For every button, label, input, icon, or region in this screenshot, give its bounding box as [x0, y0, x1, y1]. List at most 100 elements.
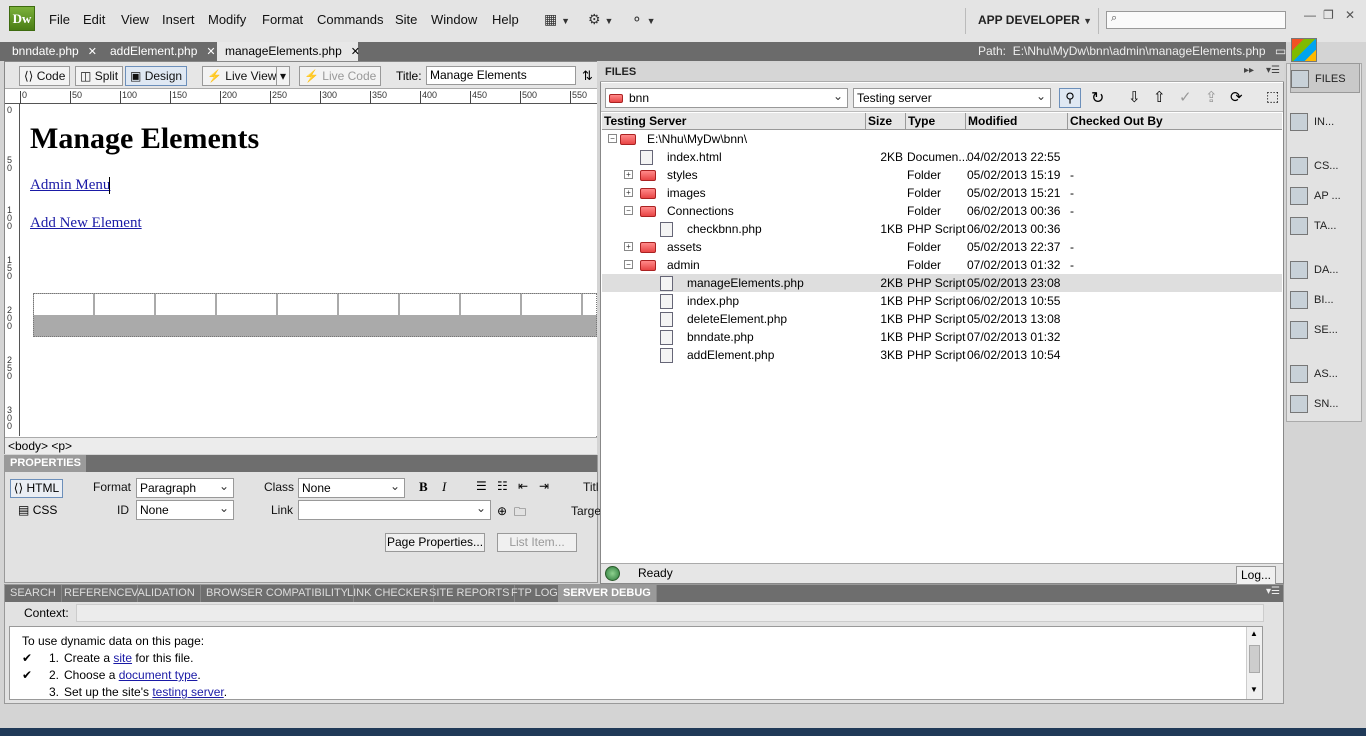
tag-selector[interactable]: <body> <p>: [5, 437, 597, 454]
collapse-icon[interactable]: ▸▸: [1244, 65, 1254, 76]
connect-icon[interactable]: ⚲: [1059, 88, 1081, 108]
layout-icon[interactable]: ▦ ▼: [544, 11, 570, 28]
check-out-icon[interactable]: ✓: [1179, 88, 1192, 106]
live-code-button[interactable]: ⚡ Live Code: [299, 66, 382, 86]
col-testing-server[interactable]: Testing Server: [602, 113, 866, 130]
panel-ap-elements[interactable]: AP ...: [1290, 181, 1360, 211]
col-size[interactable]: Size: [866, 113, 906, 130]
html-mode-button[interactable]: ⟨⟩ HTML: [10, 479, 63, 498]
panel-bindings[interactable]: BI...: [1290, 285, 1360, 315]
context-select[interactable]: [76, 604, 1264, 622]
scrollbar[interactable]: ▲ ▼: [1246, 627, 1262, 699]
scroll-up-icon[interactable]: ▲: [1250, 629, 1258, 638]
id-select[interactable]: None: [136, 499, 234, 520]
live-view-button[interactable]: ⚡ Live View: [202, 66, 282, 86]
tab-browser-compatibility[interactable]: BROWSER COMPATIBILITY: [201, 585, 354, 602]
file-row[interactable]: − Connections Folder 06/02/2013 00:36-: [602, 202, 1282, 220]
code-view-button[interactable]: ⟨⟩ Code: [19, 66, 71, 86]
tab-ftp-log[interactable]: FTP LOG: [506, 585, 564, 602]
panel-databases[interactable]: DA...: [1290, 255, 1360, 285]
expand-toggle-icon[interactable]: −: [624, 260, 633, 269]
doc-tab[interactable]: addElement.php ✕: [102, 42, 216, 61]
file-row[interactable]: + images Folder 05/02/2013 15:21-: [602, 184, 1282, 202]
menu-commands[interactable]: Commands: [317, 12, 383, 27]
panel-css-styles[interactable]: CS...: [1290, 151, 1360, 181]
admin-menu-link[interactable]: Admin Menu: [30, 177, 110, 194]
file-row[interactable]: + assets Folder 05/02/2013 22:37-: [602, 238, 1282, 256]
file-row[interactable]: manageElements.php 2KB PHP Script 05/02/201…: [602, 274, 1282, 292]
expand-panel-icon[interactable]: ⬚: [1266, 88, 1279, 105]
panel-tag-inspector[interactable]: TA...: [1290, 211, 1360, 241]
col-checked-out-by[interactable]: Checked Out By: [1068, 113, 1282, 130]
split-view-button[interactable]: ◫ Split: [75, 66, 124, 86]
file-row[interactable]: + styles Folder 05/02/2013 15:19-: [602, 166, 1282, 184]
refresh-icon[interactable]: ↻: [1091, 88, 1104, 108]
search-input[interactable]: ⌕: [1106, 11, 1286, 29]
close-button[interactable]: ✕: [1345, 8, 1355, 22]
col-type[interactable]: Type: [906, 113, 966, 130]
indent-icon[interactable]: ⇥: [539, 479, 549, 493]
site-icon[interactable]: ⚬ ▼: [631, 11, 656, 28]
panel-menu-icon[interactable]: ▾☰: [1266, 65, 1280, 76]
menu-insert[interactable]: Insert: [162, 12, 195, 27]
class-select[interactable]: None: [298, 477, 405, 498]
file-row[interactable]: index.php 1KB PHP Script 06/02/2013 10:55: [602, 292, 1282, 310]
tab-search[interactable]: SEARCH: [5, 585, 62, 602]
design-view-button[interactable]: ▣ Design: [125, 66, 188, 86]
tab-server-debug[interactable]: SERVER DEBUG: [558, 585, 657, 602]
menu-format[interactable]: Format: [262, 12, 303, 27]
menu-view[interactable]: View: [121, 12, 149, 27]
restore-icon[interactable]: ▭: [1275, 44, 1286, 58]
file-row[interactable]: addElement.php 3KB PHP Script 06/02/2013 10…: [602, 346, 1282, 364]
check-in-icon[interactable]: ⇪: [1205, 88, 1218, 106]
panel-files[interactable]: FILES: [1290, 63, 1360, 93]
file-row[interactable]: index.html 2KB Documen... 04/02/2013 22:55: [602, 148, 1282, 166]
file-management-icon[interactable]: ⇅: [582, 68, 593, 84]
link-input[interactable]: [298, 499, 491, 520]
minimize-button[interactable]: —: [1304, 8, 1316, 22]
step-link[interactable]: site: [113, 651, 132, 665]
workspace-switcher[interactable]: APP DEVELOPER ▼: [978, 13, 1092, 27]
outdent-icon[interactable]: ⇤: [518, 479, 528, 493]
scroll-down-icon[interactable]: ▼: [1250, 685, 1258, 694]
title-input[interactable]: Manage Elements: [426, 66, 576, 85]
step-link[interactable]: testing server: [152, 685, 223, 699]
doc-tab[interactable]: bnndate.php ✕: [4, 42, 107, 61]
doc-tab[interactable]: manageElements.php ✕: [217, 42, 360, 61]
css-mode-button[interactable]: ▤ CSS: [18, 503, 57, 517]
panel-server-behaviors[interactable]: SE...: [1290, 315, 1360, 345]
file-row[interactable]: checkbnn.php 1KB PHP Script 06/02/2013 00:3…: [602, 220, 1282, 238]
menu-site[interactable]: Site: [395, 12, 417, 27]
list-item-button[interactable]: List Item...: [497, 533, 577, 552]
expand-toggle-icon[interactable]: +: [624, 170, 633, 179]
file-row[interactable]: deleteElement.php 1KB PHP Script 05/02/2013…: [602, 310, 1282, 328]
menu-modify[interactable]: Modify: [208, 12, 246, 27]
tab-link-checker[interactable]: LINK CHECKER: [342, 585, 435, 602]
put-files-icon[interactable]: ⇧: [1153, 88, 1166, 106]
close-icon[interactable]: ✕: [351, 46, 360, 58]
add-new-element-link[interactable]: Add New Element: [30, 215, 142, 232]
unordered-list-icon[interactable]: ☰: [476, 479, 487, 493]
step-link[interactable]: document type: [119, 668, 198, 682]
tab-validation[interactable]: VALIDATION: [126, 585, 201, 602]
file-row[interactable]: bnndate.php 1KB PHP Script 07/02/2013 01:32: [602, 328, 1282, 346]
tab-site-reports[interactable]: SITE REPORTS: [424, 585, 516, 602]
synchronize-icon[interactable]: ⟳: [1230, 88, 1243, 106]
panel-menu-icon[interactable]: ▾☰: [1266, 586, 1280, 597]
expand-toggle-icon[interactable]: −: [608, 134, 617, 143]
point-to-file-icon[interactable]: ⊕: [497, 504, 507, 518]
expand-toggle-icon[interactable]: −: [624, 206, 633, 215]
log-button[interactable]: Log...: [1236, 566, 1276, 585]
browse-folder-icon[interactable]: 🗀: [514, 503, 526, 524]
file-row[interactable]: − E:\Nhu\MyDw\bnn\: [602, 130, 1282, 148]
expand-toggle-icon[interactable]: +: [624, 188, 633, 197]
live-view-dropdown[interactable]: ▾: [276, 66, 291, 86]
menu-help[interactable]: Help: [492, 12, 519, 27]
col-modified[interactable]: Modified: [966, 113, 1068, 130]
layout-table[interactable]: [33, 293, 597, 337]
close-icon[interactable]: ✕: [88, 46, 97, 58]
scroll-thumb[interactable]: [1249, 645, 1260, 673]
file-row[interactable]: − admin Folder 07/02/2013 01:32-: [602, 256, 1282, 274]
restore-button[interactable]: ❐: [1323, 8, 1334, 22]
menu-edit[interactable]: Edit: [83, 12, 105, 27]
